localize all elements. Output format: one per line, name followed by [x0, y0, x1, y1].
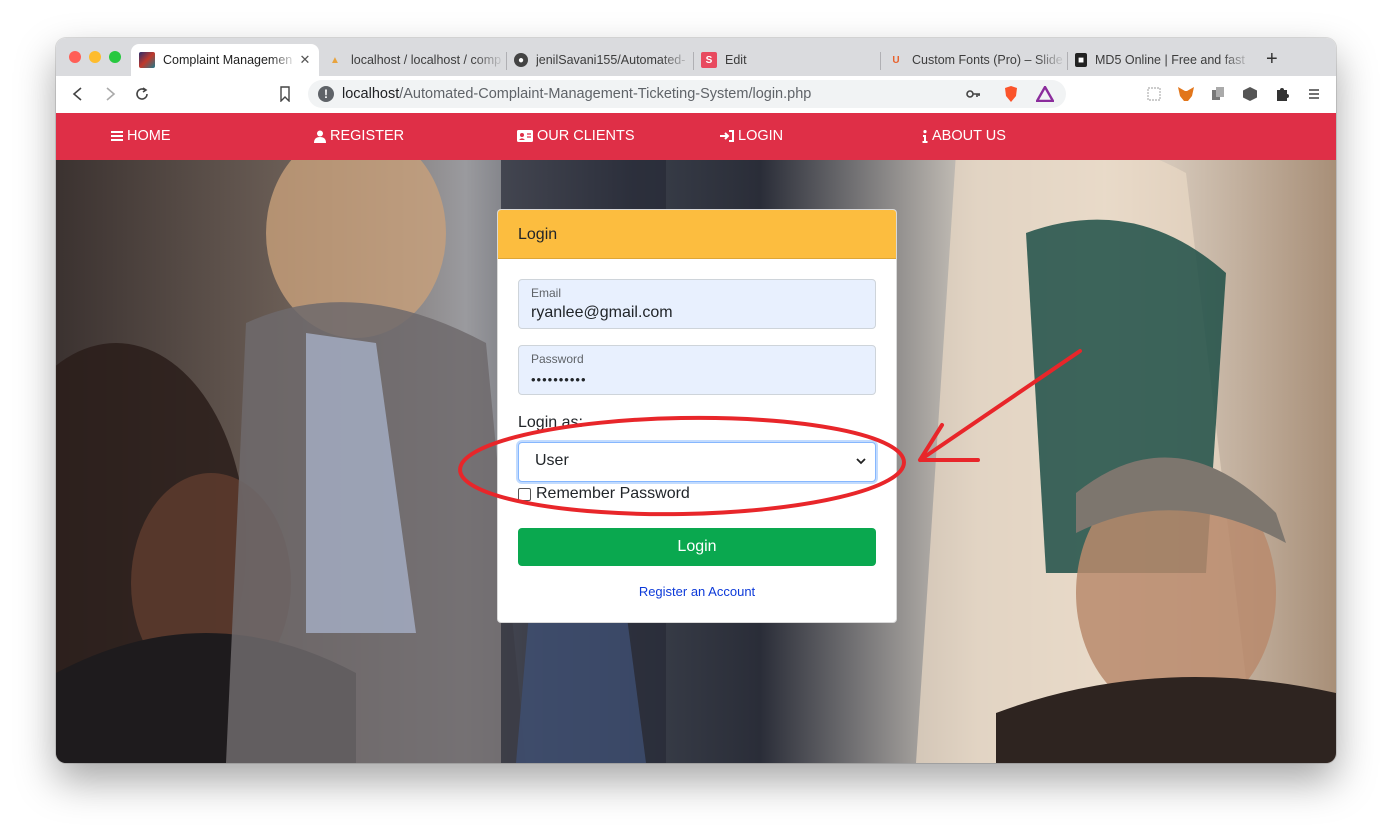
phpmyadmin-favicon-icon: ▲ [330, 54, 340, 66]
metamask-icon[interactable] [1177, 85, 1195, 103]
login-card: Login Email ryanlee@gmail.com Password •… [497, 209, 897, 623]
login-card-title: Login [518, 226, 558, 243]
login-card-header: Login [498, 210, 896, 259]
page-content: HOME REGISTER OUR CLIENTS LOGIN ABOUT US… [56, 113, 1336, 763]
minimize-window-button[interactable] [89, 51, 101, 63]
user-icon [314, 130, 326, 143]
nav-our-clients[interactable]: OUR CLIENTS [517, 128, 635, 144]
url-host: localhost [342, 86, 400, 102]
url-text: localhost/Automated-Complaint-Management… [342, 86, 811, 102]
login-button[interactable]: Login [518, 528, 876, 566]
menu-icon[interactable] [1305, 85, 1323, 103]
tab-title: localhost / localhost / comp [351, 53, 502, 67]
slides-favicon-icon: S [701, 52, 717, 68]
tab-md5-online[interactable]: ■ MD5 Online | Free and fast [1067, 44, 1253, 76]
nav-home-label: HOME [127, 128, 171, 144]
extension-puzzle-grid-icon[interactable] [1145, 85, 1163, 103]
app-favicon-icon [139, 52, 155, 68]
address-bar[interactable]: ! localhost/Automated-Complaint-Manageme… [308, 80, 1066, 108]
site-info-icon[interactable]: ! [318, 86, 334, 102]
forward-icon[interactable] [101, 85, 119, 103]
copy-extension-icon[interactable] [1209, 85, 1227, 103]
browser-toolbar: ! localhost/Automated-Complaint-Manageme… [56, 76, 1336, 114]
remember-password-row: Remember Password [518, 485, 690, 503]
nav-login[interactable]: LOGIN [720, 128, 783, 144]
login-as-label: Login as: [518, 414, 583, 431]
login-as-select[interactable]: User [518, 442, 876, 482]
tab-custom-fonts[interactable]: U Custom Fonts (Pro) – Slide [880, 44, 1066, 76]
github-favicon-icon: ● [514, 53, 528, 67]
chevron-down-icon [856, 458, 866, 465]
password-label: Password [531, 352, 584, 366]
tab-bar: Complaint Managemen ✕ ▲ localhost / loca… [56, 38, 1336, 76]
password-value: •••••••••• [531, 372, 587, 387]
bookmark-icon[interactable] [276, 85, 294, 103]
reload-icon[interactable] [133, 85, 151, 103]
nav-login-label: LOGIN [738, 128, 784, 144]
tab-title: MD5 Online | Free and fast [1095, 53, 1245, 67]
password-field[interactable]: Password •••••••••• [518, 345, 876, 395]
tab-title: jenilSavani155/Automated- [536, 53, 686, 67]
tab-title: Complaint Managemen [163, 53, 293, 67]
extensions-icon[interactable] [1273, 85, 1291, 103]
email-field[interactable]: Email ryanlee@gmail.com [518, 279, 876, 329]
brave-rewards-icon[interactable] [1036, 85, 1054, 103]
tab-phpmyadmin[interactable]: ▲ localhost / localhost / comp [319, 44, 505, 76]
zoom-window-button[interactable] [109, 51, 121, 63]
bars-icon [111, 131, 123, 141]
key-icon[interactable] [964, 85, 982, 103]
email-label: Email [531, 286, 562, 300]
new-tab-button[interactable]: + [1266, 48, 1278, 71]
fonts-favicon-icon: U [892, 54, 900, 66]
url-path: /Automated-Complaint-Management-Ticketin… [399, 86, 812, 102]
login-as-value: User [535, 452, 569, 469]
sign-in-icon [720, 130, 734, 142]
nav-home[interactable]: HOME [111, 128, 171, 144]
nav-register[interactable]: REGISTER [314, 128, 404, 144]
remember-password-checkbox[interactable] [518, 487, 531, 501]
nav-our-clients-label: OUR CLIENTS [537, 128, 635, 144]
nav-about-us-label: ABOUT US [932, 128, 1006, 144]
tab-title: Custom Fonts (Pro) – Slide [912, 53, 1063, 67]
brave-shield-icon[interactable] [1002, 85, 1020, 103]
tab-edit[interactable]: S Edit [693, 44, 879, 76]
id-card-icon [517, 130, 533, 142]
nav-register-label: REGISTER [330, 128, 405, 144]
browser-window: Complaint Managemen ✕ ▲ localhost / loca… [56, 38, 1336, 763]
email-value: ryanlee@gmail.com [531, 304, 673, 321]
close-window-button[interactable] [69, 51, 81, 63]
cube-extension-icon[interactable] [1241, 85, 1259, 103]
register-account-link[interactable]: Register an Account [498, 584, 896, 599]
md5-favicon-icon: ■ [1075, 53, 1087, 67]
tab-title: Edit [725, 53, 747, 67]
tab-complaint-management[interactable]: Complaint Managemen ✕ [131, 44, 319, 76]
main-navbar: HOME REGISTER OUR CLIENTS LOGIN ABOUT US [56, 113, 1336, 160]
info-icon [922, 129, 928, 143]
remember-password-label: Remember Password [536, 485, 690, 502]
tab-github[interactable]: ● jenilSavani155/Automated- [506, 44, 692, 76]
nav-about-us[interactable]: ABOUT US [922, 128, 1006, 144]
close-tab-icon[interactable]: ✕ [297, 52, 313, 68]
back-icon[interactable] [69, 85, 87, 103]
